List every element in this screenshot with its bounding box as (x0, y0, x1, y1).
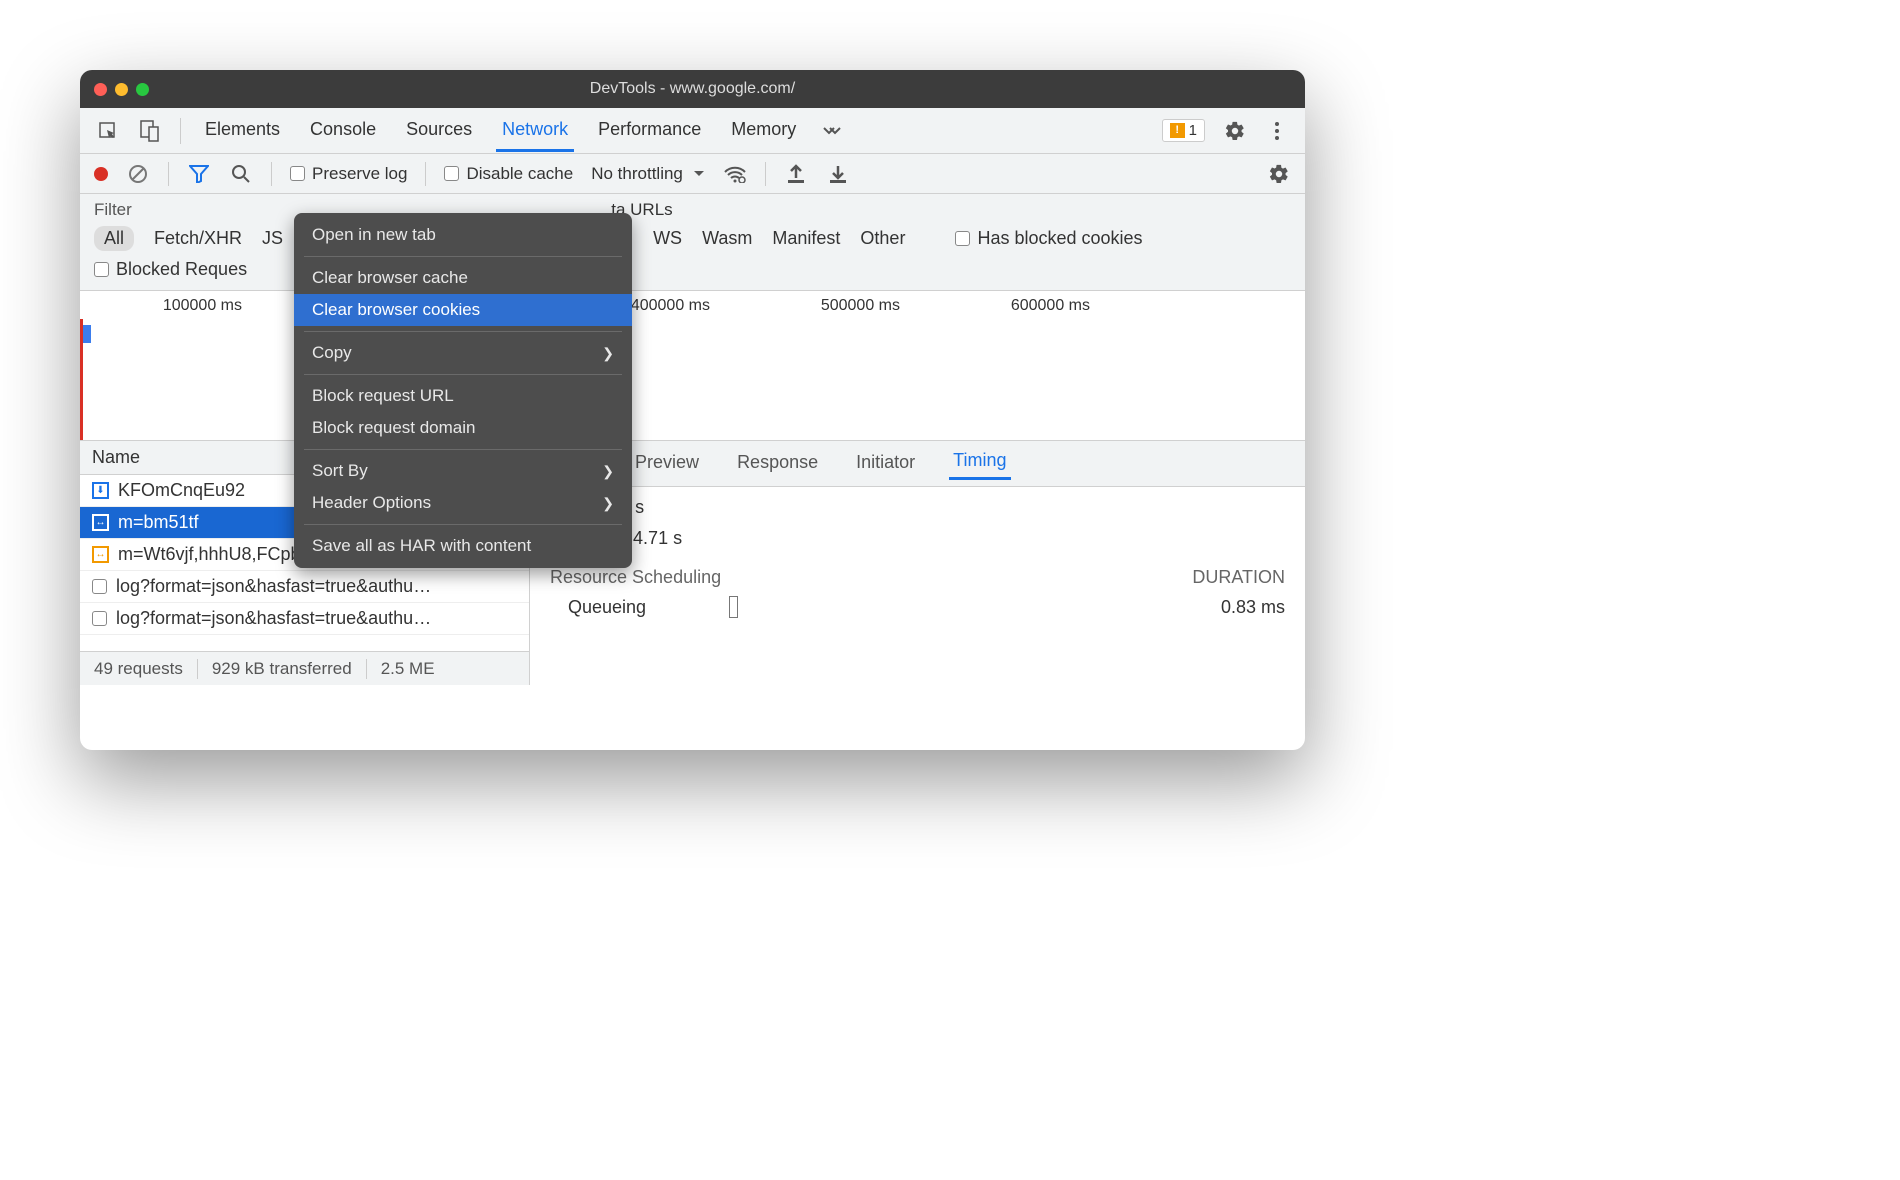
tab-initiator[interactable]: Initiator (852, 449, 919, 479)
menu-clear-browser-cache[interactable]: Clear browser cache (294, 262, 632, 294)
inspect-element-icon[interactable] (96, 119, 120, 143)
network-split: Name ⬇ KFOmCnqEu92 ↔ m=bm51tf ↔ m=Wt6vjf… (80, 441, 1305, 685)
preserve-log-checkbox[interactable]: Preserve log (290, 164, 407, 184)
queueing-label: Queueing (550, 597, 646, 618)
request-row[interactable]: log?format=json&hasfast=true&authu… (80, 603, 529, 635)
chevron-right-icon: ❯ (602, 463, 614, 480)
timeline-tick: 600000 ms (1010, 297, 1200, 315)
overview-timeline[interactable]: 100000 ms 400000 ms 500000 ms 600000 ms (80, 291, 1305, 441)
filter-row: Filter ta URLs (80, 194, 1305, 220)
status-transferred: 929 kB transferred (198, 659, 367, 679)
type-all[interactable]: All (94, 226, 134, 251)
chevron-down-icon (693, 170, 705, 178)
tab-performance[interactable]: Performance (592, 109, 707, 152)
file-icon: ⬇ (92, 482, 109, 499)
status-bar: 49 requests 929 kB transferred 2.5 ME (80, 651, 529, 685)
record-button[interactable] (94, 167, 108, 181)
timeline-tick: 500000 ms (820, 297, 1010, 315)
menu-copy-submenu[interactable]: Copy❯ (294, 337, 632, 369)
menu-save-all-as-har[interactable]: Save all as HAR with content (294, 530, 632, 562)
devtools-window: DevTools - www.google.com/ Elements Cons… (80, 70, 1305, 750)
more-tabs-icon[interactable] (820, 119, 844, 143)
context-menu: Open in new tab Clear browser cache Clea… (294, 213, 632, 568)
tab-response[interactable]: Response (733, 449, 822, 479)
duration-label: DURATION (1192, 567, 1285, 588)
queueing-value: 0.83 ms (1221, 597, 1285, 618)
menu-header-options-submenu[interactable]: Header Options❯ (294, 487, 632, 519)
panel-tabbar: Elements Console Sources Network Perform… (80, 108, 1305, 154)
request-detail-pane: aders Preview Response Initiator Timing … (530, 441, 1305, 685)
tab-console[interactable]: Console (304, 109, 382, 152)
file-icon: ↔ (92, 546, 109, 563)
kebab-menu-icon[interactable] (1265, 119, 1289, 143)
throttling-dropdown[interactable]: No throttling (591, 164, 705, 184)
menu-sort-by-submenu[interactable]: Sort By❯ (294, 455, 632, 487)
tab-memory[interactable]: Memory (725, 109, 802, 152)
menu-clear-browser-cookies[interactable]: Clear browser cookies (294, 294, 632, 326)
titlebar: DevTools - www.google.com/ (80, 70, 1305, 108)
type-other[interactable]: Other (860, 228, 905, 249)
menu-block-request-domain[interactable]: Block request domain (294, 412, 632, 444)
menu-block-request-url[interactable]: Block request URL (294, 380, 632, 412)
chevron-right-icon: ❯ (602, 495, 614, 512)
timeline-selection-marker[interactable] (83, 325, 91, 343)
file-icon: ↔ (92, 514, 109, 531)
menu-open-in-new-tab[interactable]: Open in new tab (294, 219, 632, 251)
type-fetch-xhr[interactable]: Fetch/XHR (154, 228, 242, 249)
network-toolbar: Preserve log Disable cache No throttling (80, 154, 1305, 194)
timeline-tick: 100000 ms (80, 297, 260, 315)
timing-started-at: Started at 4.71 s (550, 518, 1285, 549)
type-ws[interactable]: WS (653, 228, 682, 249)
network-settings-icon[interactable] (1267, 162, 1291, 186)
has-blocked-cookies-checkbox[interactable]: Has blocked cookies (955, 228, 1142, 249)
detail-tabbar: aders Preview Response Initiator Timing (530, 441, 1305, 487)
status-requests: 49 requests (80, 659, 198, 679)
file-icon (92, 579, 107, 594)
file-icon (92, 611, 107, 626)
filter-input[interactable]: Filter (94, 200, 132, 219)
resource-scheduling-label: Resource Scheduling (550, 567, 721, 588)
timing-panel: ed at 4.71 s Started at 4.71 s Resource … (530, 487, 1305, 628)
type-manifest[interactable]: Manifest (772, 228, 840, 249)
window-title: DevTools - www.google.com/ (80, 80, 1305, 98)
network-conditions-icon[interactable] (723, 162, 747, 186)
type-js-fragment[interactable]: JS (262, 228, 283, 249)
tab-timing[interactable]: Timing (949, 447, 1010, 480)
clear-icon[interactable] (126, 162, 150, 186)
warnings-count: 1 (1189, 122, 1197, 139)
warning-icon: ! (1170, 123, 1185, 138)
type-wasm[interactable]: Wasm (702, 228, 752, 249)
type-filter-row: All Fetch/XHR JS WS Wasm Manifest Other … (80, 220, 1305, 257)
tab-elements[interactable]: Elements (199, 109, 286, 152)
device-toggle-icon[interactable] (138, 119, 162, 143)
disable-cache-checkbox[interactable]: Disable cache (444, 164, 573, 184)
blocked-requests-row: Blocked Reques (80, 257, 1305, 291)
settings-icon[interactable] (1223, 119, 1247, 143)
tab-network[interactable]: Network (496, 109, 574, 152)
filter-icon[interactable] (187, 162, 211, 186)
tab-preview[interactable]: Preview (631, 449, 703, 479)
download-har-icon[interactable] (826, 162, 850, 186)
queueing-bar (729, 596, 738, 618)
blocked-requests-checkbox[interactable]: Blocked Reques (94, 259, 247, 280)
warnings-badge[interactable]: ! 1 (1162, 119, 1205, 142)
status-resources: 2.5 ME (367, 659, 449, 679)
request-row[interactable]: log?format=json&hasfast=true&authu… (80, 571, 529, 603)
chevron-right-icon: ❯ (602, 345, 614, 362)
timing-line: ed at 4.71 s (550, 497, 1285, 518)
upload-har-icon[interactable] (784, 162, 808, 186)
search-icon[interactable] (229, 162, 253, 186)
tab-sources[interactable]: Sources (400, 109, 478, 152)
